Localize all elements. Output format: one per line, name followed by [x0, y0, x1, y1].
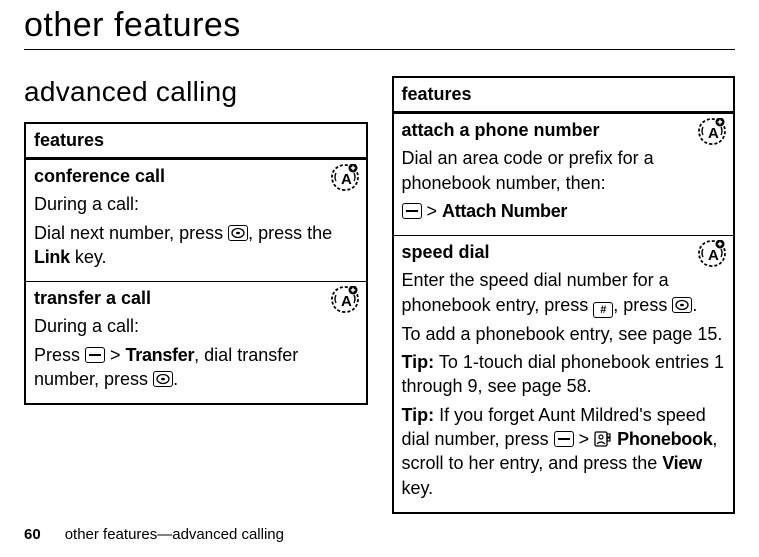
- network-badge-icon: [697, 240, 727, 268]
- feature-line: > Attach Number: [402, 199, 726, 223]
- feature-tip: Tip: To 1-touch dial phonebook entries 1…: [402, 350, 726, 399]
- right-features-table: features attach a phone number Dial an a…: [392, 76, 736, 514]
- text-span: >: [574, 429, 595, 449]
- feature-title: speed dial: [402, 240, 726, 264]
- text-span: , press the: [248, 223, 332, 243]
- table-row: conference call During a call: Dial next…: [25, 159, 367, 282]
- text-span: key.: [402, 478, 434, 498]
- network-badge-icon: [330, 286, 360, 314]
- left-table-header: features: [25, 123, 367, 159]
- left-column: advanced calling features conference cal…: [24, 76, 368, 405]
- page-number: 60: [24, 526, 41, 543]
- left-features-table: features conference call During a call: …: [24, 122, 368, 405]
- text-span: Dial next number, press: [34, 223, 228, 243]
- text-span: , press: [613, 295, 672, 315]
- feature-tip: Tip: If you forget Aunt Mildred's speed …: [402, 403, 726, 500]
- feature-line: Dial next number, press , press the Link…: [34, 221, 358, 270]
- feature-line: To add a phonebook entry, see page 15.: [402, 322, 726, 346]
- feature-line: During a call:: [34, 192, 358, 216]
- text-span: .: [173, 369, 178, 389]
- menu-key-icon: [402, 203, 422, 219]
- text-span: To 1-touch dial phonebook entries 1 thro…: [402, 352, 725, 396]
- attach-number-menu-item: Attach Number: [442, 201, 567, 221]
- feature-line: Enter the speed dial number for a phoneb…: [402, 268, 726, 317]
- phonebook-icon: [594, 429, 612, 445]
- text-span: >: [105, 345, 126, 365]
- right-column: features attach a phone number Dial an a…: [392, 76, 736, 514]
- call-key-icon: [153, 371, 173, 387]
- feature-line: During a call:: [34, 314, 358, 338]
- page-title: other features: [24, 6, 735, 45]
- call-key-icon: [228, 225, 248, 241]
- text-span: Press: [34, 345, 85, 365]
- feature-title: transfer a call: [34, 286, 358, 310]
- transfer-menu-item: Transfer: [126, 345, 195, 365]
- section-heading: advanced calling: [24, 76, 368, 108]
- text-span: key.: [70, 247, 107, 267]
- view-softkey: View: [662, 453, 702, 473]
- feature-line: Press > Transfer, dial transfer number, …: [34, 343, 358, 392]
- menu-key-icon: [85, 347, 105, 363]
- menu-key-icon: [554, 431, 574, 447]
- feature-title: conference call: [34, 164, 358, 188]
- phonebook-menu-item: Phonebook: [617, 429, 712, 449]
- title-rule: [24, 49, 735, 50]
- footer-breadcrumb: other features—advanced calling: [65, 526, 284, 543]
- tip-label: Tip:: [402, 352, 435, 372]
- text-span: .: [692, 295, 697, 315]
- right-table-header: features: [393, 77, 735, 113]
- content-columns: advanced calling features conference cal…: [24, 76, 735, 514]
- network-badge-icon: [697, 118, 727, 146]
- table-row: attach a phone number Dial an area code …: [393, 113, 735, 236]
- text-span: >: [422, 201, 443, 221]
- tip-label: Tip:: [402, 405, 435, 425]
- page-footer: 60 other features—advanced calling: [24, 526, 284, 543]
- feature-line: Dial an area code or prefix for a phoneb…: [402, 146, 726, 195]
- call-key-icon: [672, 297, 692, 313]
- network-badge-icon: [330, 164, 360, 192]
- link-softkey: Link: [34, 247, 70, 267]
- table-row: transfer a call During a call: Press > T…: [25, 282, 367, 405]
- table-row: speed dial Enter the speed dial number f…: [393, 236, 735, 513]
- feature-title: attach a phone number: [402, 118, 726, 142]
- hash-key-icon: [593, 302, 613, 318]
